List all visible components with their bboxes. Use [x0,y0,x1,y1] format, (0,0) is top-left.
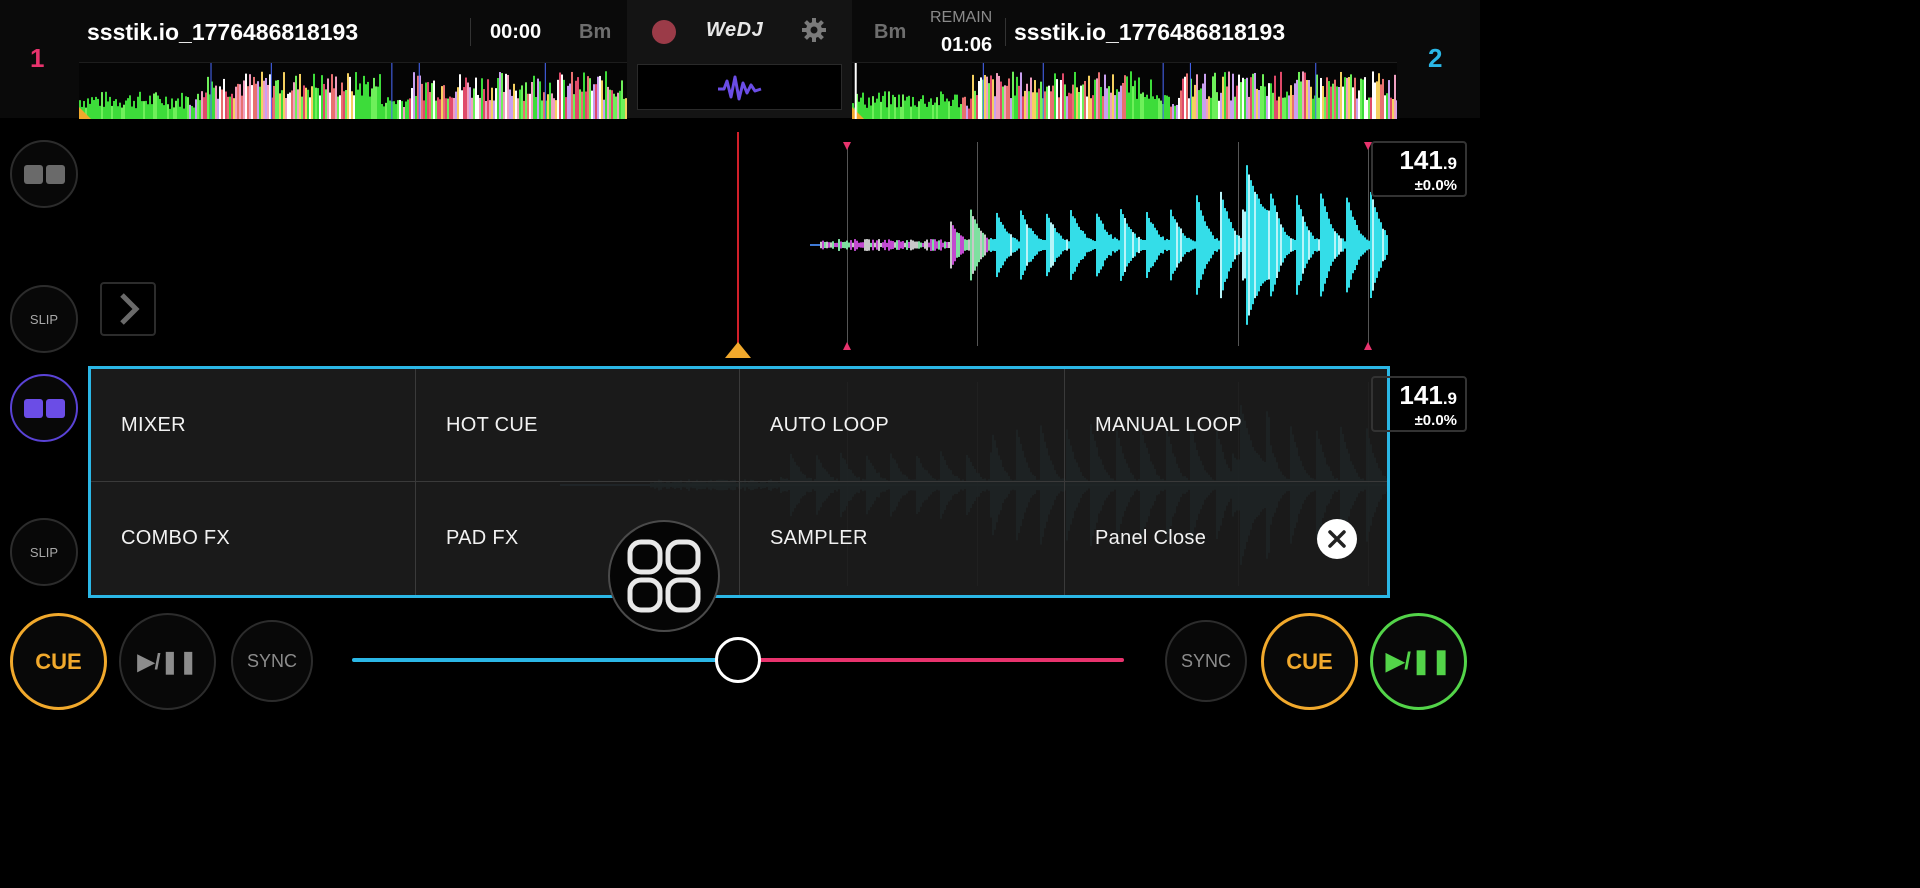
deck2-bpm-display[interactable]: 141.9 ±0.0% [1371,376,1467,432]
close-icon[interactable] [1317,519,1357,559]
divider [1005,18,1006,46]
crossfader-track-left [352,658,738,662]
deck1-track-title[interactable]: ssstik.io_1776486818193 [87,19,358,46]
panel-item-hot-cue[interactable]: HOT CUE [416,369,740,482]
divider [470,18,471,46]
split-view-icon [23,398,65,418]
deck1-sync-button[interactable]: SYNC [231,620,313,702]
deck2-layout-toggle-button[interactable] [10,374,78,442]
deck1-elapsed-time: 00:00 [490,21,542,43]
deck2-track-title[interactable]: ssstik.io_1776486818193 [1014,19,1285,46]
wedj-logo: WeDJ [706,19,764,41]
deck1-bpm-decimal: .9 [1442,154,1457,173]
deck2-key: Bm [874,21,907,43]
deck2-cue-button[interactable]: CUE [1261,613,1358,710]
deck2-bpm: 141 [1399,380,1443,410]
slip-button-top[interactable]: SLIP [10,285,78,353]
deck2-remain-time: 01:06 [941,34,993,56]
panel-item-manual-loop[interactable]: MANUAL LOOP [1065,369,1387,482]
deck2-pitch: ±0.0% [1414,412,1457,429]
deck1-bpm-value: 141.9 [1381,147,1457,177]
deck2-remain-label: REMAIN [930,9,993,26]
panel-close-label: Panel Close [1095,527,1207,549]
deck1-bpm: 141 [1399,145,1443,175]
deck2-play-pause-button[interactable]: ▶/❚❚ [1370,613,1467,710]
panel-toggle-button[interactable] [608,520,720,632]
deck1-overview-svg [79,63,627,119]
deck2-overview-svg [852,63,1397,119]
deck-layout-toggle-button[interactable] [10,140,78,208]
function-panel: MIXER HOT CUE AUTO LOOP MANUAL LOOP COMB… [88,366,1390,598]
deck1-play-pause-button[interactable]: ▶/❚❚ [119,613,216,710]
split-view-icon [23,164,65,184]
deck2-overview-waveform[interactable] [852,62,1397,119]
deck1-number: 1 [30,43,45,73]
deck2-number: 2 [1428,43,1443,73]
deck2-bpm-value: 141.9 [1381,382,1457,412]
gear-icon[interactable] [800,16,828,44]
panel-item-combo-fx[interactable]: COMBO FX [91,482,416,595]
deck1-waveform-svg [725,132,1388,358]
crossfader[interactable] [352,637,1124,683]
deck1-pitch: ±0.0% [1414,177,1457,194]
deck2-sync-button[interactable]: SYNC [1165,620,1247,702]
waveform-view-button[interactable] [637,64,842,110]
waveform-icon [718,75,762,101]
deck1-bpm-display[interactable]: 141.9 ±0.0% [1371,141,1467,197]
deck2-bpm-decimal: .9 [1442,389,1457,408]
crossfader-track-right [738,658,1124,662]
panel-item-auto-loop[interactable]: AUTO LOOP [740,369,1065,482]
deck1-overview-waveform[interactable] [79,62,627,119]
crossfader-knob[interactable] [715,637,761,683]
panel-item-mixer[interactable]: MIXER [91,369,416,482]
deck1-key: Bm [579,21,612,43]
record-icon[interactable] [652,20,676,44]
slip-button-bottom[interactable]: SLIP [10,518,78,586]
deck1-cue-button[interactable]: CUE [10,613,107,710]
grid-icon [627,539,701,613]
deck1-main-waveform[interactable] [90,130,1390,360]
panel-item-sampler[interactable]: SAMPLER [740,482,1065,595]
